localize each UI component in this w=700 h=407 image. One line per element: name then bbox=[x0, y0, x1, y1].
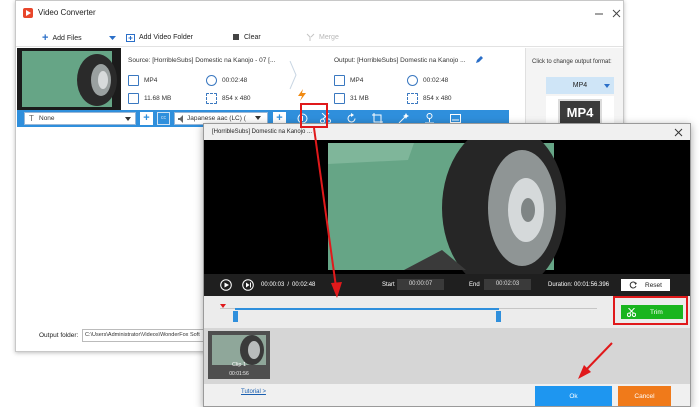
add-video-folder-button[interactable]: Add Video Folder bbox=[126, 33, 193, 42]
chevron-down-icon[interactable] bbox=[109, 36, 116, 41]
clip-thumbnail[interactable]: Clip 1 00:01:56 bbox=[208, 331, 270, 379]
resolution-icon bbox=[407, 93, 418, 104]
chevron-down-icon[interactable] bbox=[255, 116, 261, 120]
clock-icon bbox=[407, 75, 418, 86]
file-size-icon bbox=[128, 93, 139, 104]
cancel-button[interactable]: Cancel bbox=[618, 386, 671, 406]
clip-strip bbox=[204, 328, 690, 384]
start-label: Start bbox=[382, 282, 395, 288]
output-label: Output: [HorribleSubs] Domestic na Kanoj… bbox=[334, 57, 466, 64]
clip-name: Clip 1 bbox=[231, 362, 247, 368]
folder-icon bbox=[126, 33, 135, 42]
reset-icon bbox=[629, 281, 637, 289]
speaker-icon bbox=[178, 115, 185, 123]
source-duration: 00:02:48 bbox=[206, 75, 247, 86]
file-size-icon bbox=[334, 93, 345, 104]
ok-button[interactable]: Ok bbox=[535, 386, 612, 406]
end-label: End bbox=[469, 282, 480, 288]
edit-pencil-icon[interactable] bbox=[475, 55, 484, 64]
dialog-title: [HorribleSubs] Domestic na Kanojo ... bbox=[212, 129, 313, 135]
text-icon: T bbox=[29, 114, 34, 123]
add-subtitle-button[interactable]: + bbox=[140, 112, 153, 125]
trim-highlight-box bbox=[613, 296, 688, 325]
app-logo-icon bbox=[22, 7, 34, 19]
tutorial-link[interactable]: Tutorial > bbox=[241, 389, 266, 395]
source-label: Source: [HorribleSubs] Domestic na Kanoj… bbox=[128, 57, 276, 64]
minimize-icon[interactable] bbox=[594, 9, 604, 17]
video-thumbnail[interactable] bbox=[17, 48, 121, 110]
lightning-icon[interactable] bbox=[297, 89, 307, 101]
output-format: MP4 bbox=[334, 75, 363, 86]
start-time-input[interactable]: 00:00:07 bbox=[397, 279, 444, 290]
file-format-icon bbox=[128, 75, 139, 86]
source-size: 11.68 MB bbox=[128, 93, 171, 104]
subtitle-dropdown[interactable]: T None bbox=[24, 112, 136, 125]
trim-end-handle[interactable] bbox=[495, 311, 501, 322]
toolbar-divider bbox=[16, 46, 623, 47]
trim-start-handle[interactable] bbox=[233, 311, 239, 322]
resolution-icon bbox=[206, 93, 217, 104]
format-dropdown[interactable]: MP4 bbox=[546, 77, 614, 94]
output-duration: 00:02:48 bbox=[407, 75, 448, 86]
play-icon[interactable] bbox=[220, 279, 232, 291]
video-preview[interactable] bbox=[204, 140, 690, 274]
chevron-down-icon bbox=[604, 84, 610, 88]
next-frame-icon[interactable] bbox=[242, 279, 254, 291]
output-resolution: 854 x 480 bbox=[407, 93, 452, 104]
source-format: MP4 bbox=[128, 75, 157, 86]
reset-button[interactable]: Reset bbox=[621, 279, 670, 291]
output-folder-label: Output folder: bbox=[39, 332, 79, 339]
close-icon[interactable] bbox=[612, 9, 621, 18]
merge-icon bbox=[306, 33, 315, 42]
duration-readout: Duration: 00:01:56.396 bbox=[548, 282, 610, 288]
clip-length: 00:01:56 bbox=[229, 371, 249, 377]
add-files-button[interactable]: + Add Files bbox=[42, 33, 82, 44]
plus-icon: + bbox=[42, 32, 49, 44]
clear-button[interactable]: Clear bbox=[232, 33, 261, 41]
chevron-down-icon bbox=[125, 117, 131, 121]
time-display: 00:00:03 / 00:02:48 bbox=[261, 282, 316, 288]
merge-button[interactable]: Merge bbox=[306, 33, 339, 42]
format-hint: Click to change output format: bbox=[532, 59, 612, 65]
clock-icon bbox=[206, 75, 217, 86]
close-icon[interactable] bbox=[674, 128, 683, 137]
scissors-highlight-box bbox=[300, 103, 328, 128]
source-resolution: 854 x 480 bbox=[206, 93, 251, 104]
cc-icon[interactable]: cc bbox=[157, 112, 170, 125]
clear-icon bbox=[232, 33, 240, 41]
trim-range-bar[interactable] bbox=[235, 308, 499, 310]
output-size: 31 MB bbox=[334, 93, 369, 104]
file-format-icon bbox=[334, 75, 345, 86]
end-time-input[interactable]: 00:02:03 bbox=[484, 279, 531, 290]
output-folder-input[interactable]: C:\Users\Administrator\Videos\WonderFox … bbox=[82, 329, 218, 342]
window-title: Video Converter bbox=[38, 8, 96, 17]
trim-dialog: [HorribleSubs] Domestic na Kanojo ... 00… bbox=[203, 123, 691, 407]
